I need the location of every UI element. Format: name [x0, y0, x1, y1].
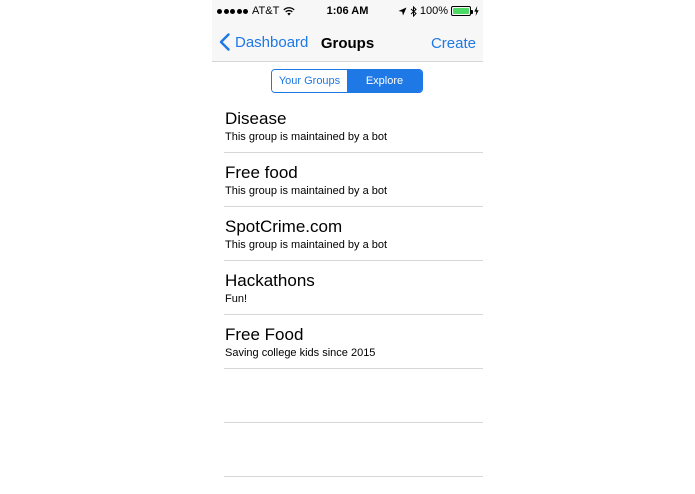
status-right: 100%: [398, 5, 479, 17]
list-item[interactable]: Disease This group is maintained by a bo…: [224, 99, 483, 153]
battery-icon: [451, 6, 473, 16]
segmented-control: Your Groups Explore: [271, 69, 423, 93]
location-arrow-icon: [398, 7, 407, 15]
battery-cap: [471, 10, 473, 14]
group-title: Disease: [225, 109, 287, 128]
battery-fill: [453, 8, 469, 14]
group-subtitle: This group is maintained by a bot: [225, 239, 388, 251]
group-subtitle: Saving college kids since 2015: [225, 347, 376, 359]
segment-explore[interactable]: Explore: [347, 70, 422, 92]
empty-list-row: [224, 423, 483, 477]
segment-your-groups[interactable]: Your Groups: [272, 70, 347, 92]
groups-list: Disease This group is maintained by a bo…: [212, 99, 483, 477]
group-subtitle: This group is maintained by a bot: [225, 131, 388, 143]
bluetooth-icon: [410, 5, 417, 17]
battery-percent: 100%: [419, 5, 448, 17]
group-title: Hackathons: [225, 271, 315, 290]
list-item[interactable]: SpotCrime.com This group is maintained b…: [224, 207, 483, 261]
navigation-bar: Dashboard Groups Create: [212, 22, 483, 62]
group-title: Free food: [225, 163, 298, 182]
status-bar: AT&T 1:06 AM 100%: [212, 0, 483, 22]
charging-bolt-icon: [474, 6, 479, 16]
list-item[interactable]: Free Food Saving college kids since 2015: [224, 315, 483, 369]
group-subtitle: Fun!: [225, 293, 248, 305]
list-item[interactable]: Free food This group is maintained by a …: [224, 153, 483, 207]
group-title: SpotCrime.com: [225, 217, 343, 236]
group-subtitle: This group is maintained by a bot: [225, 185, 388, 197]
list-item[interactable]: Hackathons Fun!: [224, 261, 483, 315]
phone-screen: AT&T 1:06 AM 100% Dashboard Groups Creat…: [212, 0, 483, 494]
create-button[interactable]: Create: [431, 35, 476, 52]
empty-list-row: [224, 369, 483, 423]
group-title: Free Food: [225, 325, 304, 344]
